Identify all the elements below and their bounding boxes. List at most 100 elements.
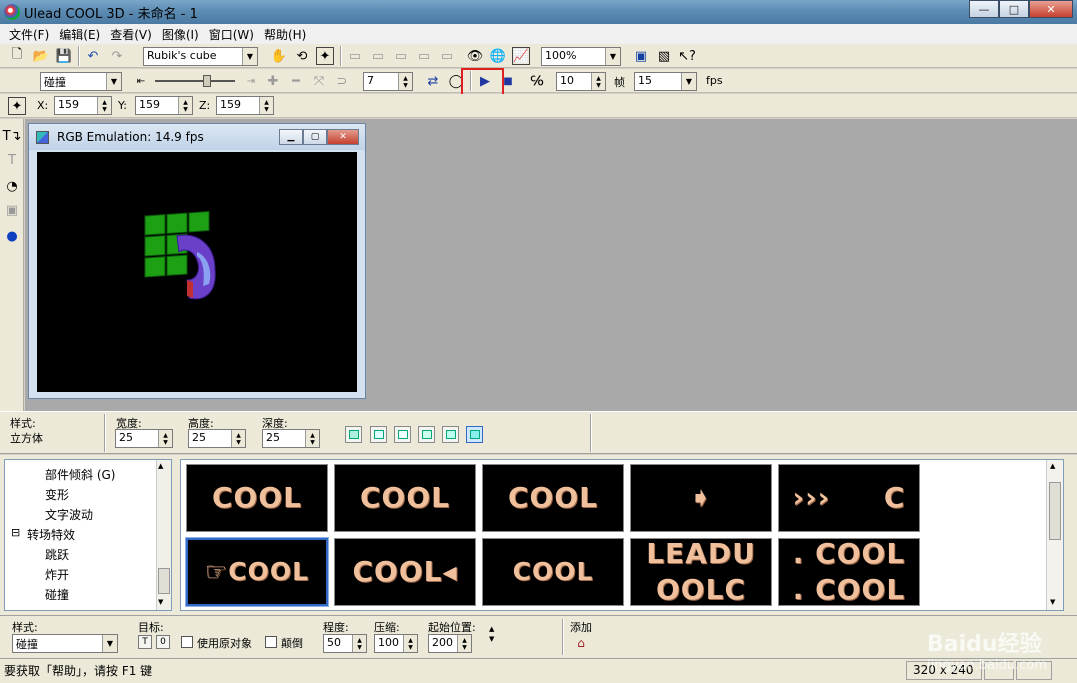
swap-keyframe-icon[interactable]: ⤧ [310, 72, 328, 90]
reverse-checkbox[interactable] [265, 636, 277, 648]
degree-spinner[interactable]: 50 ▲ ▼ [323, 634, 367, 653]
tree-item-jump[interactable]: 跳跃 [45, 546, 69, 563]
cube-shape-icon-4[interactable] [418, 426, 435, 443]
camera-icon-3[interactable]: ▭ [392, 47, 410, 65]
thumb-item[interactable]: COOL [482, 464, 624, 532]
target-object-button[interactable]: 0 [156, 635, 170, 649]
target-text-button[interactable]: T [138, 635, 152, 649]
thumb-item[interactable]: COOL [482, 538, 624, 606]
redo-icon[interactable]: ↷ [108, 47, 126, 65]
menu-help[interactable]: 帮助(H) [259, 26, 311, 43]
position-mode-icon[interactable]: ✦ [8, 97, 26, 115]
thumb-item[interactable]: . COOL . COOL [778, 538, 920, 606]
preview-minimize-button[interactable]: ▁ [279, 129, 303, 145]
edit-text-icon[interactable]: T [3, 151, 21, 169]
panel-scroll-icon[interactable]: ▲ ▼ [489, 624, 494, 644]
tree-scrollbar[interactable]: ▲ ▼ [156, 460, 171, 610]
globe-icon[interactable]: 🌐 [489, 47, 507, 65]
thumb-item-selected[interactable]: ☞COOL [185, 537, 329, 607]
menu-window[interactable]: 窗口(W) [204, 26, 259, 43]
scroll-up-icon[interactable]: ▲ [158, 462, 163, 470]
tree-item-transitions[interactable]: 转场特效 [27, 526, 75, 543]
x-spinner[interactable]: 159 ▲ ▼ [54, 96, 112, 115]
insert-text-icon[interactable]: T↴ [3, 127, 22, 145]
menu-file[interactable]: 文件(F) [4, 26, 54, 43]
width-spinner[interactable]: 25 ▲ ▼ [115, 429, 173, 448]
menu-view[interactable]: 查看(V) [105, 26, 157, 43]
undo-icon[interactable]: ↶ [84, 47, 102, 65]
add-to-library-icon[interactable]: ⌂ [572, 634, 590, 652]
object-combo[interactable]: Rubik's cube ▼ [143, 47, 258, 66]
z-spinner[interactable]: 159 ▲ ▼ [216, 96, 274, 115]
insert-geometry-icon[interactable]: ◔ [3, 177, 21, 195]
reverse-icon[interactable]: ⊃ [333, 72, 351, 90]
compress-spinner[interactable]: 100 ▲ ▼ [374, 634, 418, 653]
close-button[interactable]: ✕ [1029, 0, 1073, 18]
tree-item-part-tilt[interactable]: 部件倾斜 (G) [45, 466, 115, 483]
height-spinner[interactable]: 25 ▲ ▼ [188, 429, 246, 448]
tree-item-deform[interactable]: 变形 [45, 486, 69, 503]
camera-icon-5[interactable]: ▭ [438, 47, 456, 65]
minimize-button[interactable]: — [969, 0, 999, 18]
thumb-item[interactable]: COOL [334, 464, 476, 532]
thumb-item[interactable]: ➧ [630, 464, 772, 532]
scroll-down-icon[interactable]: ▼ [158, 598, 163, 606]
cube-shape-icon-6[interactable] [466, 426, 483, 443]
camera-icon-1[interactable]: ▭ [346, 47, 364, 65]
depth-spinner[interactable]: 25 ▲ ▼ [262, 429, 320, 448]
camera-icon-2[interactable]: ▭ [369, 47, 387, 65]
cube-shape-icon-5[interactable] [442, 426, 459, 443]
scroll-down-icon[interactable]: ▼ [1050, 598, 1055, 606]
maximize-button[interactable]: □ [999, 0, 1029, 18]
properties-icon[interactable]: ▧ [655, 47, 673, 65]
remove-keyframe-icon[interactable]: ━ [287, 72, 305, 90]
tree-item-collide[interactable]: 碰撞 [45, 586, 69, 603]
thumb-item[interactable]: COOL [186, 464, 328, 532]
fps-combo[interactable]: 15 ▼ [634, 72, 697, 91]
chart-icon[interactable]: 📈 [512, 47, 530, 65]
camera-icon-4[interactable]: ▭ [415, 47, 433, 65]
use-original-checkbox[interactable] [181, 636, 193, 648]
menu-image[interactable]: 图像(I) [157, 26, 204, 43]
lib-icon[interactable]: ▣ [632, 47, 650, 65]
cube-shape-icon-1[interactable] [345, 426, 362, 443]
preview-close-button[interactable]: ✕ [327, 129, 359, 145]
tree-item-text-wave[interactable]: 文字波动 [45, 506, 93, 523]
new-file-icon[interactable]: 🗋 [8, 47, 26, 65]
start-position-spinner[interactable]: 200 ▲ ▼ [428, 634, 472, 653]
render-canvas[interactable] [37, 152, 357, 392]
rotate-icon[interactable]: ⟲ [293, 47, 311, 65]
edit-geometry-icon[interactable]: ▣ [3, 201, 21, 219]
save-icon[interactable]: 💾 [55, 47, 73, 65]
tree-item-explode[interactable]: 炸开 [45, 566, 69, 583]
thumb-item[interactable]: COOL◂ [334, 538, 476, 606]
preview-maximize-button[interactable]: ▢ [303, 129, 327, 145]
scroll-up-icon[interactable]: ▲ [1050, 462, 1055, 470]
frame-spinner[interactable]: 7 ▲ ▼ [363, 72, 413, 91]
prev-keyframe-icon[interactable]: ⇤ [132, 72, 150, 90]
tree-collapse-icon[interactable]: ⊟ [11, 526, 20, 539]
effect-combo[interactable]: 碰撞 ▼ [40, 72, 122, 91]
context-help-icon[interactable]: ↖? [678, 47, 696, 65]
gallery-scroll-thumb[interactable] [1049, 482, 1061, 540]
timeline-slider[interactable] [155, 75, 235, 87]
cube-shape-icon-2[interactable] [370, 426, 387, 443]
thumb-item[interactable]: LEADU OOLC [630, 538, 772, 606]
y-spinner[interactable]: 159 ▲ ▼ [135, 96, 193, 115]
hand-move-icon[interactable]: ✋ [270, 47, 288, 65]
thumb-item[interactable]: ››› C [778, 464, 920, 532]
add-keyframe-icon[interactable]: ✚ [264, 72, 282, 90]
speed-spinner[interactable]: 10 ▲ ▼ [556, 72, 606, 91]
sphere-icon[interactable]: ● [3, 227, 21, 245]
loop-icon[interactable]: ⇄ [424, 72, 442, 90]
eye-icon[interactable]: 👁 [466, 47, 484, 65]
next-keyframe-icon[interactable]: ⇥ [242, 72, 260, 90]
size-icon[interactable]: ✦ [316, 47, 334, 65]
zoom-combo[interactable]: 100% ▼ [541, 47, 621, 66]
gallery-scrollbar[interactable]: ▲ ▼ [1046, 460, 1063, 610]
menu-edit[interactable]: 编辑(E) [54, 26, 105, 43]
prop-style-combo[interactable]: 碰撞 ▼ [12, 634, 118, 653]
tree-scroll-thumb[interactable] [158, 568, 170, 594]
open-folder-icon[interactable]: 📂 [32, 47, 50, 65]
speed-icon[interactable]: ℅ [528, 72, 546, 90]
